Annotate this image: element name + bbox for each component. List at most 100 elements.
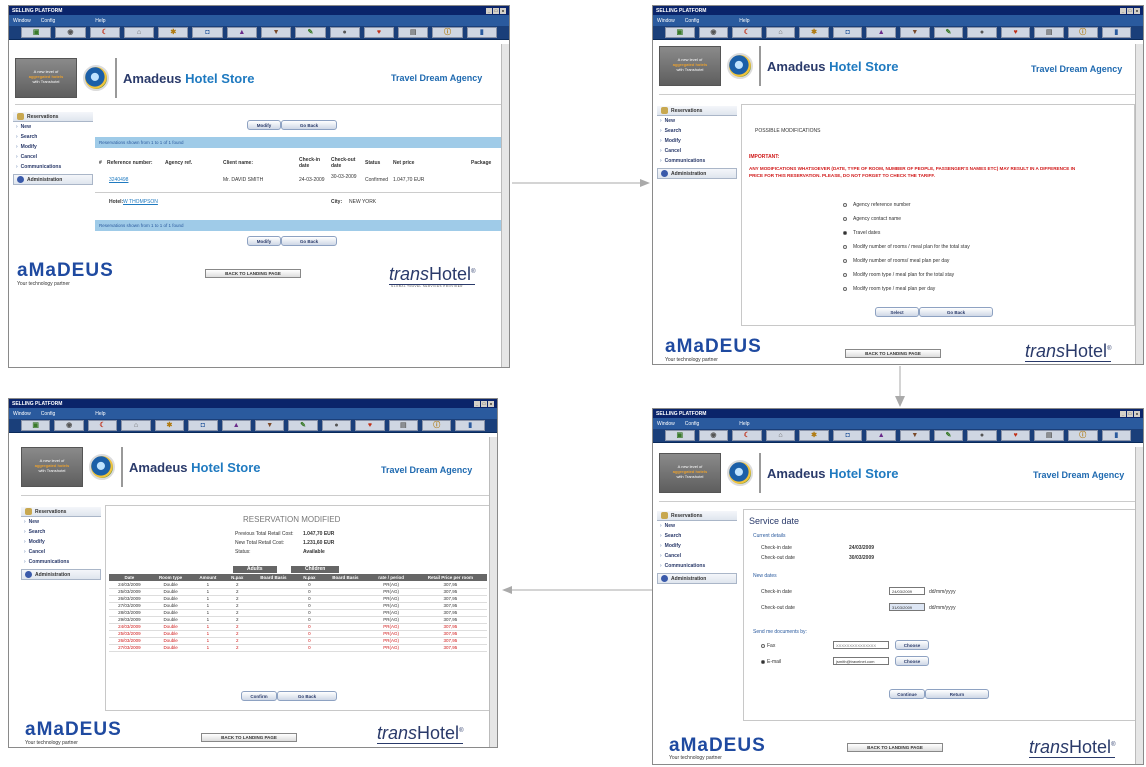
sidebar-item-communications[interactable]: Communications bbox=[657, 561, 737, 571]
menu-config[interactable]: Config bbox=[41, 18, 55, 24]
option-radio[interactable] bbox=[843, 286, 847, 291]
window-icon[interactable]: ▣ bbox=[665, 27, 695, 38]
option-radio[interactable] bbox=[843, 258, 847, 263]
pen-icon[interactable]: ✎ bbox=[288, 420, 318, 431]
earth-icon[interactable]: ◉ bbox=[55, 27, 86, 38]
tools-icon[interactable]: ✱ bbox=[799, 27, 829, 38]
minimize-button[interactable]: _ bbox=[1120, 7, 1126, 14]
maximize-button[interactable]: □ bbox=[493, 7, 499, 14]
vertical-scrollbar[interactable] bbox=[1135, 44, 1143, 364]
reservation-link[interactable]: 3240498 bbox=[109, 177, 128, 183]
menu-window[interactable]: Window bbox=[13, 18, 31, 24]
sidebar-item-new[interactable]: New bbox=[13, 122, 93, 132]
vertical-scrollbar[interactable] bbox=[501, 44, 509, 367]
fax-input[interactable]: XXXXXXXXXXXXXXX bbox=[833, 641, 889, 649]
car-icon[interactable]: ◘ bbox=[188, 420, 218, 431]
modification-option[interactable]: Modify room type / meal plan for the tot… bbox=[843, 272, 954, 278]
new-checkout-input[interactable]: 31/03/2009 bbox=[889, 603, 925, 611]
train-icon[interactable]: ▼ bbox=[254, 420, 285, 431]
menu-config[interactable]: Config bbox=[685, 421, 699, 427]
fax-option[interactable]: Fax bbox=[761, 643, 775, 649]
pen-icon[interactable]: ✎ bbox=[933, 27, 964, 38]
maximize-button[interactable]: □ bbox=[481, 400, 487, 407]
menu-config[interactable]: Config bbox=[41, 411, 55, 417]
flag-icon[interactable]: ▲ bbox=[221, 420, 251, 431]
tools-icon[interactable]: ✱ bbox=[158, 27, 189, 38]
info-icon[interactable]: ⓘ bbox=[1067, 27, 1098, 38]
sidebar-item-cancel[interactable]: Cancel bbox=[657, 146, 737, 156]
email-radio[interactable] bbox=[761, 659, 765, 664]
select-button[interactable]: Select bbox=[875, 307, 919, 317]
sidebar-item-search[interactable]: Search bbox=[657, 126, 737, 136]
document-icon[interactable]: ▤ bbox=[1034, 430, 1064, 441]
sidebar-item-cancel[interactable]: Cancel bbox=[657, 551, 737, 561]
email-input[interactable]: jsmith@travelnet.com bbox=[833, 657, 889, 665]
sidebar-item-cancel[interactable]: Cancel bbox=[13, 152, 93, 162]
car-icon[interactable]: ◘ bbox=[832, 27, 863, 38]
menu-window[interactable]: Window bbox=[13, 411, 31, 417]
administration-header[interactable]: Administration bbox=[657, 168, 737, 179]
weather-icon[interactable]: ☾ bbox=[732, 430, 762, 441]
option-radio[interactable] bbox=[843, 244, 847, 249]
modification-option[interactable]: Travel dates bbox=[843, 230, 880, 236]
option-radio[interactable] bbox=[843, 202, 847, 207]
modification-option[interactable]: Modify room type / meal plan per day bbox=[843, 286, 935, 292]
flag-icon[interactable]: ▲ bbox=[866, 430, 897, 441]
reservations-header[interactable]: Reservations bbox=[657, 106, 737, 116]
hotel-icon[interactable]: ⌂ bbox=[121, 420, 151, 431]
hotel-icon[interactable]: ⌂ bbox=[123, 27, 155, 38]
close-button[interactable]: x bbox=[1134, 7, 1140, 14]
pen-icon[interactable]: ✎ bbox=[295, 27, 326, 38]
new-checkin-input[interactable]: 24/03/2009 bbox=[889, 587, 925, 595]
menu-window[interactable]: Window bbox=[657, 18, 675, 24]
sidebar-item-search[interactable]: Search bbox=[13, 132, 93, 142]
go-back-button[interactable]: Go Back bbox=[281, 120, 337, 130]
chart-icon[interactable]: ▮ bbox=[1101, 27, 1132, 38]
globe-icon[interactable]: ● bbox=[321, 420, 352, 431]
go-back-button-bottom[interactable]: Go Back bbox=[281, 236, 337, 246]
sidebar-item-communications[interactable]: Communications bbox=[13, 162, 93, 172]
confirm-button[interactable]: Confirm bbox=[241, 691, 277, 701]
menu-help[interactable]: Help bbox=[95, 411, 105, 417]
heart-icon[interactable]: ♥ bbox=[355, 420, 385, 431]
administration-header[interactable]: Administration bbox=[21, 569, 101, 580]
hotel-icon[interactable]: ⌂ bbox=[765, 430, 796, 441]
globe-icon[interactable]: ● bbox=[967, 27, 997, 38]
chart-icon[interactable]: ▮ bbox=[1101, 430, 1132, 441]
info-icon[interactable]: ⓘ bbox=[1067, 430, 1098, 441]
back-to-landing-button[interactable]: BACK TO LANDING PAGE bbox=[201, 733, 297, 742]
sidebar-item-modify[interactable]: Modify bbox=[657, 541, 737, 551]
car-icon[interactable]: ◘ bbox=[192, 27, 223, 38]
info-icon[interactable]: ⓘ bbox=[432, 27, 463, 38]
chart-icon[interactable]: ▮ bbox=[466, 27, 497, 38]
tools-icon[interactable]: ✱ bbox=[799, 430, 829, 441]
sidebar-item-communications[interactable]: Communications bbox=[657, 156, 737, 166]
window-icon[interactable]: ▣ bbox=[21, 27, 52, 38]
menu-help[interactable]: Help bbox=[739, 421, 749, 427]
sidebar-item-new[interactable]: New bbox=[657, 521, 737, 531]
menu-help[interactable]: Help bbox=[739, 18, 749, 24]
flag-icon[interactable]: ▲ bbox=[866, 27, 897, 38]
minimize-button[interactable]: _ bbox=[1120, 410, 1126, 417]
option-radio[interactable] bbox=[843, 272, 847, 277]
reservations-header[interactable]: Reservations bbox=[657, 511, 737, 521]
modification-option[interactable]: Agency reference number bbox=[843, 202, 911, 208]
hotel-icon[interactable]: ⌂ bbox=[765, 27, 796, 38]
window-icon[interactable]: ▣ bbox=[665, 430, 695, 441]
modification-option[interactable]: Modify number of rooms/ meal plan per da… bbox=[843, 258, 949, 264]
continue-button[interactable]: Continue bbox=[889, 689, 925, 699]
back-to-landing-button[interactable]: BACK TO LANDING PAGE bbox=[205, 269, 301, 278]
menu-window[interactable]: Window bbox=[657, 421, 675, 427]
administration-header[interactable]: Administration bbox=[657, 573, 737, 584]
sidebar-item-modify[interactable]: Modify bbox=[21, 537, 101, 547]
chart-icon[interactable]: ▮ bbox=[455, 420, 485, 431]
close-button[interactable]: x bbox=[488, 400, 494, 407]
reservations-header[interactable]: Reservations bbox=[21, 507, 101, 517]
modify-button[interactable]: Modify bbox=[247, 120, 281, 130]
globe-icon[interactable]: ● bbox=[329, 27, 360, 38]
sidebar-item-search[interactable]: Search bbox=[21, 527, 101, 537]
globe-icon[interactable]: ● bbox=[967, 430, 997, 441]
document-icon[interactable]: ▤ bbox=[1034, 27, 1064, 38]
document-icon[interactable]: ▤ bbox=[388, 420, 419, 431]
option-radio[interactable] bbox=[843, 230, 847, 235]
